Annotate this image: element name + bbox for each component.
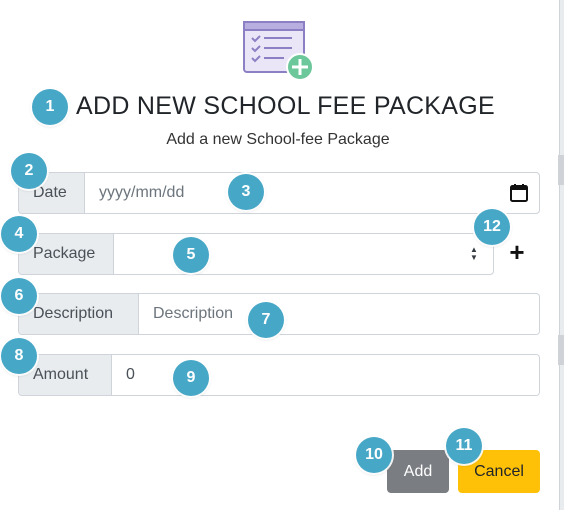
- date-input-group: Date: [18, 172, 540, 214]
- backdrop-strip: [558, 155, 564, 185]
- callout-badge-6: 6: [1, 278, 37, 314]
- callout-badge-4: 4: [1, 216, 37, 252]
- amount-input-group: Amount 0: [18, 354, 540, 396]
- callout-badge-1: 1: [32, 89, 68, 125]
- calendar-icon[interactable]: [509, 183, 529, 203]
- date-input[interactable]: [85, 173, 509, 213]
- callout-badge-7: 7: [248, 302, 284, 338]
- modal-title: ADD NEW SCHOOL FEE PACKAGE: [76, 92, 495, 120]
- package-select[interactable]: [114, 234, 467, 274]
- backdrop-strip: [558, 335, 564, 365]
- callout-badge-12: 12: [474, 209, 510, 245]
- description-label: Description: [19, 294, 139, 334]
- package-input-group: Package ▲ ▼: [18, 233, 494, 275]
- checklist-add-icon: [243, 21, 314, 81]
- callout-badge-5: 5: [173, 237, 209, 273]
- callout-badge-8: 8: [1, 338, 37, 374]
- callout-badge-9: 9: [173, 360, 209, 396]
- modal-subtitle: Add a new School-fee Package: [166, 131, 390, 148]
- add-package-modal: ADD NEW SCHOOL FEE PACKAGE Add a new Sch…: [0, 0, 560, 510]
- description-input[interactable]: [139, 294, 539, 334]
- callout-badge-2: 2: [11, 153, 47, 189]
- callout-badge-3: 3: [228, 174, 264, 210]
- callout-badge-11: 11: [446, 428, 482, 464]
- callout-badge-10: 10: [356, 437, 392, 473]
- plus-icon[interactable]: +: [506, 239, 528, 265]
- add-button[interactable]: Add: [387, 450, 449, 493]
